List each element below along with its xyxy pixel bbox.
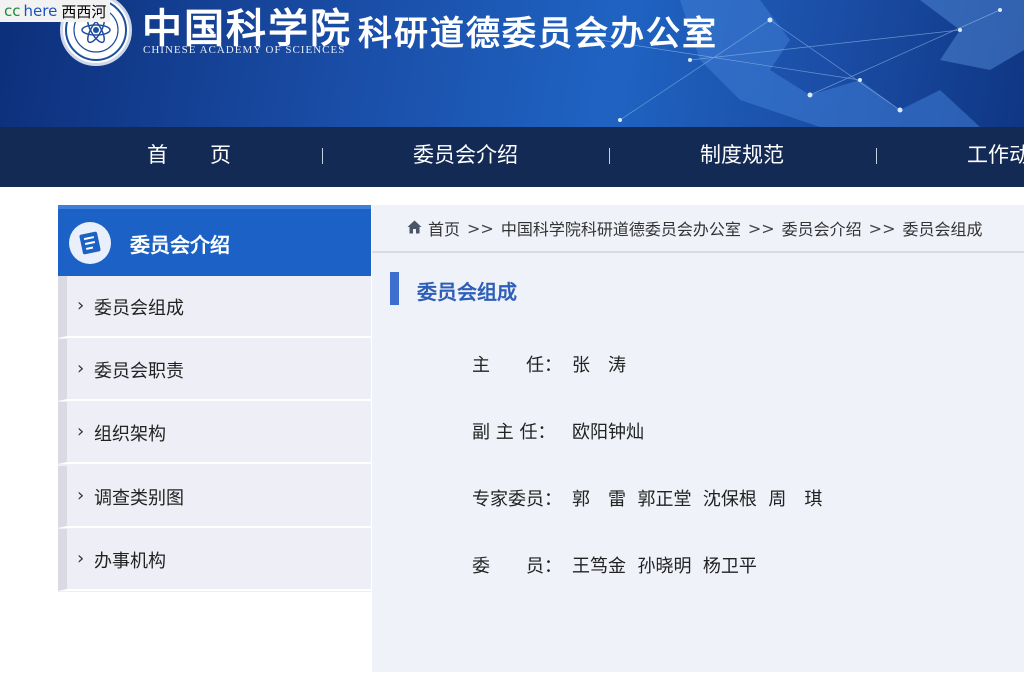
source-watermark: cc here 西西河 [0,0,111,22]
nav-item-home[interactable]: 首 页 [147,127,231,187]
member-names: 张 涛 [572,355,626,376]
nav-item-work-news[interactable]: 工作动 [967,127,1024,187]
breadcrumb-home-link[interactable]: 首页 [428,216,460,240]
member-row-members: 委 员： 王笃金 孙晓明 杨卫平 [472,552,757,578]
sidebar-item-committee-duties[interactable]: › 委员会职责 [58,339,371,401]
chevron-right-icon: › [77,548,85,569]
nav-divider [609,148,610,164]
logo-english-text: CHINESE ACADEMY OF SCIENCES [143,44,346,56]
member-names: 王笃金 孙晓明 杨卫平 [572,556,757,577]
chevron-right-icon: › [77,358,85,379]
member-row-deputy: 副 主 任： 欧阳钟灿 [472,418,644,444]
breadcrumb-separator: >> [747,218,775,238]
member-row-experts: 专家委员： 郭 雷 郭正堂 沈保根 周 琪 [472,485,822,511]
sidebar-item-committee-composition[interactable]: › 委员会组成 [58,276,371,338]
member-role: 委 员： [472,556,562,577]
sidebar-title: 委员会介绍 [130,233,230,257]
site-title: 科研道德委员会办公室 [358,14,718,54]
chevron-right-icon: › [77,421,85,442]
member-row-director: 主 任： 张 涛 [472,351,626,377]
member-role: 专家委员： [472,489,562,510]
sidebar-item-office[interactable]: › 办事机构 [58,529,371,591]
chevron-right-icon: › [77,295,85,316]
sidebar-item-label: 组织架构 [94,424,166,445]
section-accent-bar [390,272,399,305]
nav-item-regulations[interactable]: 制度规范 [700,127,784,187]
nav-item-committee-intro[interactable]: 委员会介绍 [413,127,518,187]
sidebar-item-label: 办事机构 [94,551,166,572]
sidebar-item-label: 委员会职责 [94,361,184,382]
main-content: 首页 >> 中国科学院科研道德委员会办公室 >> 委员会介绍 >> 委员会组成 … [372,205,1024,672]
breadcrumb-separator: >> [868,218,896,238]
breadcrumb-intro-link[interactable]: 委员会介绍 [782,216,862,240]
sidebar-item-label: 调查类别图 [94,488,184,509]
member-names: 郭 雷 郭正堂 沈保根 周 琪 [572,489,823,510]
nav-divider [876,148,877,164]
breadcrumb-separator: >> [467,218,494,238]
home-icon[interactable] [407,219,422,238]
breadcrumb: 首页 >> 中国科学院科研道德委员会办公室 >> 委员会介绍 >> 委员会组成 [372,205,1024,253]
header-banner: 中国科学院 CHINESE ACADEMY OF SCIENCES 科研道德委员… [0,0,1024,127]
main-nav: 首 页 委员会介绍 制度规范 工作动 [0,127,1024,187]
sidebar: 委员会介绍 › 委员会组成 › 委员会职责 › 组织架构 › 调查类别图 › 办… [58,205,371,592]
chevron-right-icon: › [77,485,85,506]
sidebar-header: 委员会介绍 [58,205,371,276]
breadcrumb-office-link[interactable]: 中国科学院科研道德委员会办公室 [501,216,741,240]
watermark-prefix: cc [4,2,21,20]
section-title: 委员会组成 [417,280,517,304]
sidebar-item-investigation-chart[interactable]: › 调查类别图 [58,466,371,528]
member-names: 欧阳钟灿 [572,422,644,443]
breadcrumb-current: 委员会组成 [902,220,983,239]
member-role: 副 主 任： [472,422,556,443]
list-icon [69,222,111,264]
watermark-link[interactable]: here [24,2,58,20]
nav-divider [322,148,323,164]
watermark-site: 西西河 [61,2,107,21]
sidebar-item-org-structure[interactable]: › 组织架构 [58,402,371,464]
sidebar-item-label: 委员会组成 [94,298,184,319]
member-role: 主 任： [472,355,562,376]
